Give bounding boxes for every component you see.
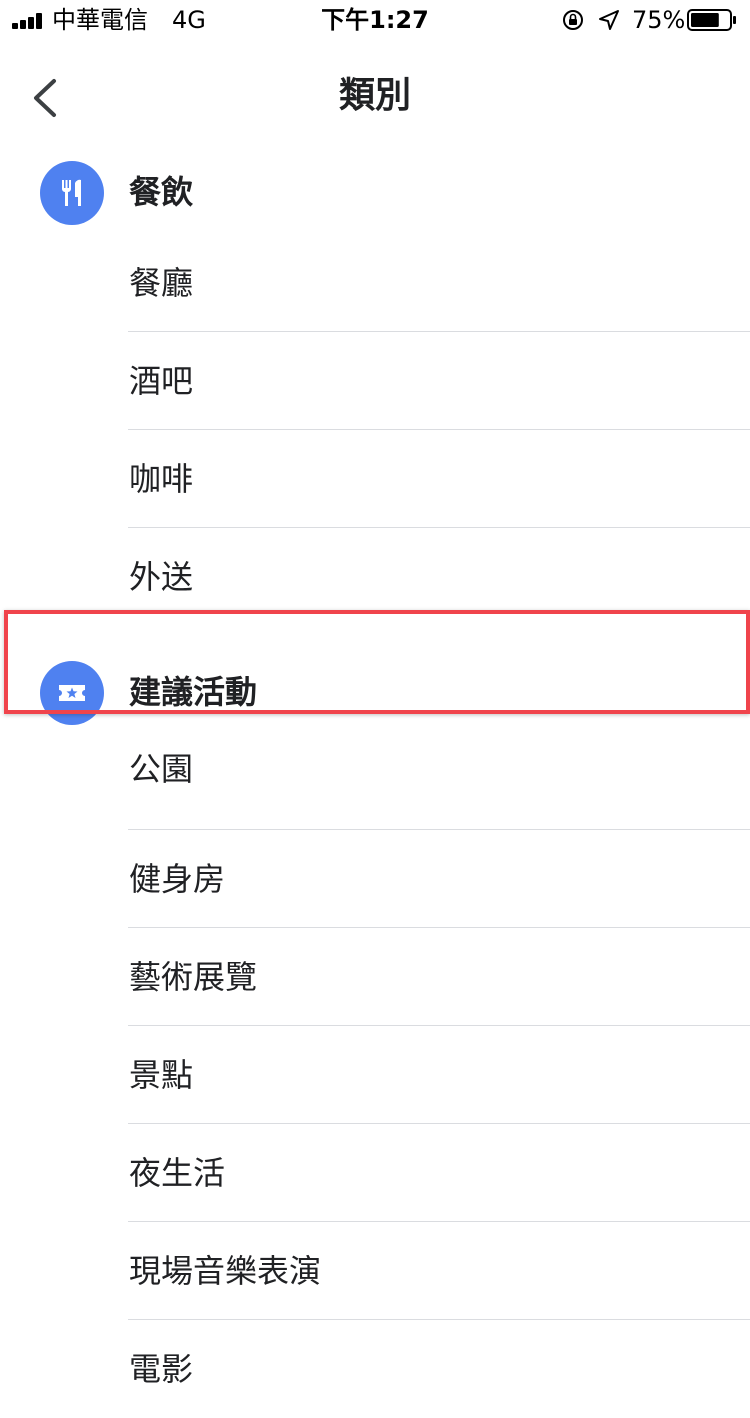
list-item-label: 公園 [129,750,194,788]
fork-knife-icon [40,161,104,225]
category-group-dining: 餐飲 餐廳 酒吧 咖啡 外送 [0,152,750,626]
category-group-activities: 建議活動 公園 健身房 藝術展覽 景點 夜生活 現場音樂表演 電影 [0,652,750,1418]
list-item-label: 餐廳 [129,264,194,302]
list-item-bar[interactable]: 酒吧 [0,332,750,430]
list-item-label: 外送 [129,558,194,596]
list-item-park[interactable]: 公園 [0,734,750,830]
list-item-nightlife[interactable]: 夜生活 [0,1124,750,1222]
page-title: 類別 [338,75,411,116]
list-item-attractions[interactable]: 景點 [0,1026,750,1124]
ticket-star-icon [40,661,104,725]
location-arrow-icon [599,10,619,30]
list-item-label: 咖啡 [129,460,194,498]
battery-icon [687,9,736,31]
list-item-restaurant[interactable]: 餐廳 [0,234,750,332]
group-header-dining[interactable]: 餐飲 [0,152,750,234]
list-item-label: 電影 [129,1350,194,1388]
group-label: 建議活動 [129,673,258,711]
group-label: 餐飲 [129,173,194,211]
list-item-label: 景點 [129,1056,194,1094]
category-list: 餐飲 餐廳 酒吧 咖啡 外送 建議活動 公園 健身房 藝術展覽 景點 夜生活 現… [0,152,750,1418]
status-bar: 中華電信 4G 下午1:27 75% [0,0,750,40]
list-item-label: 夜生活 [129,1154,226,1192]
list-item-movies[interactable]: 電影 [0,1320,750,1418]
battery-percentage: 75% [632,6,686,34]
group-header-activities[interactable]: 建議活動 [0,652,750,734]
list-item-label: 酒吧 [129,362,194,400]
list-item-label: 健身房 [129,860,226,898]
app-header: 類別 [0,40,750,152]
list-item-delivery[interactable]: 外送 [0,528,750,626]
list-item-gym[interactable]: 健身房 [0,830,750,928]
list-item-label: 藝術展覽 [129,958,258,996]
rotation-lock-icon [563,10,583,30]
list-item-live-music[interactable]: 現場音樂表演 [0,1222,750,1320]
list-item-art-exhibition[interactable]: 藝術展覽 [0,928,750,1026]
list-item-coffee[interactable]: 咖啡 [0,430,750,528]
list-item-label: 現場音樂表演 [129,1252,322,1290]
